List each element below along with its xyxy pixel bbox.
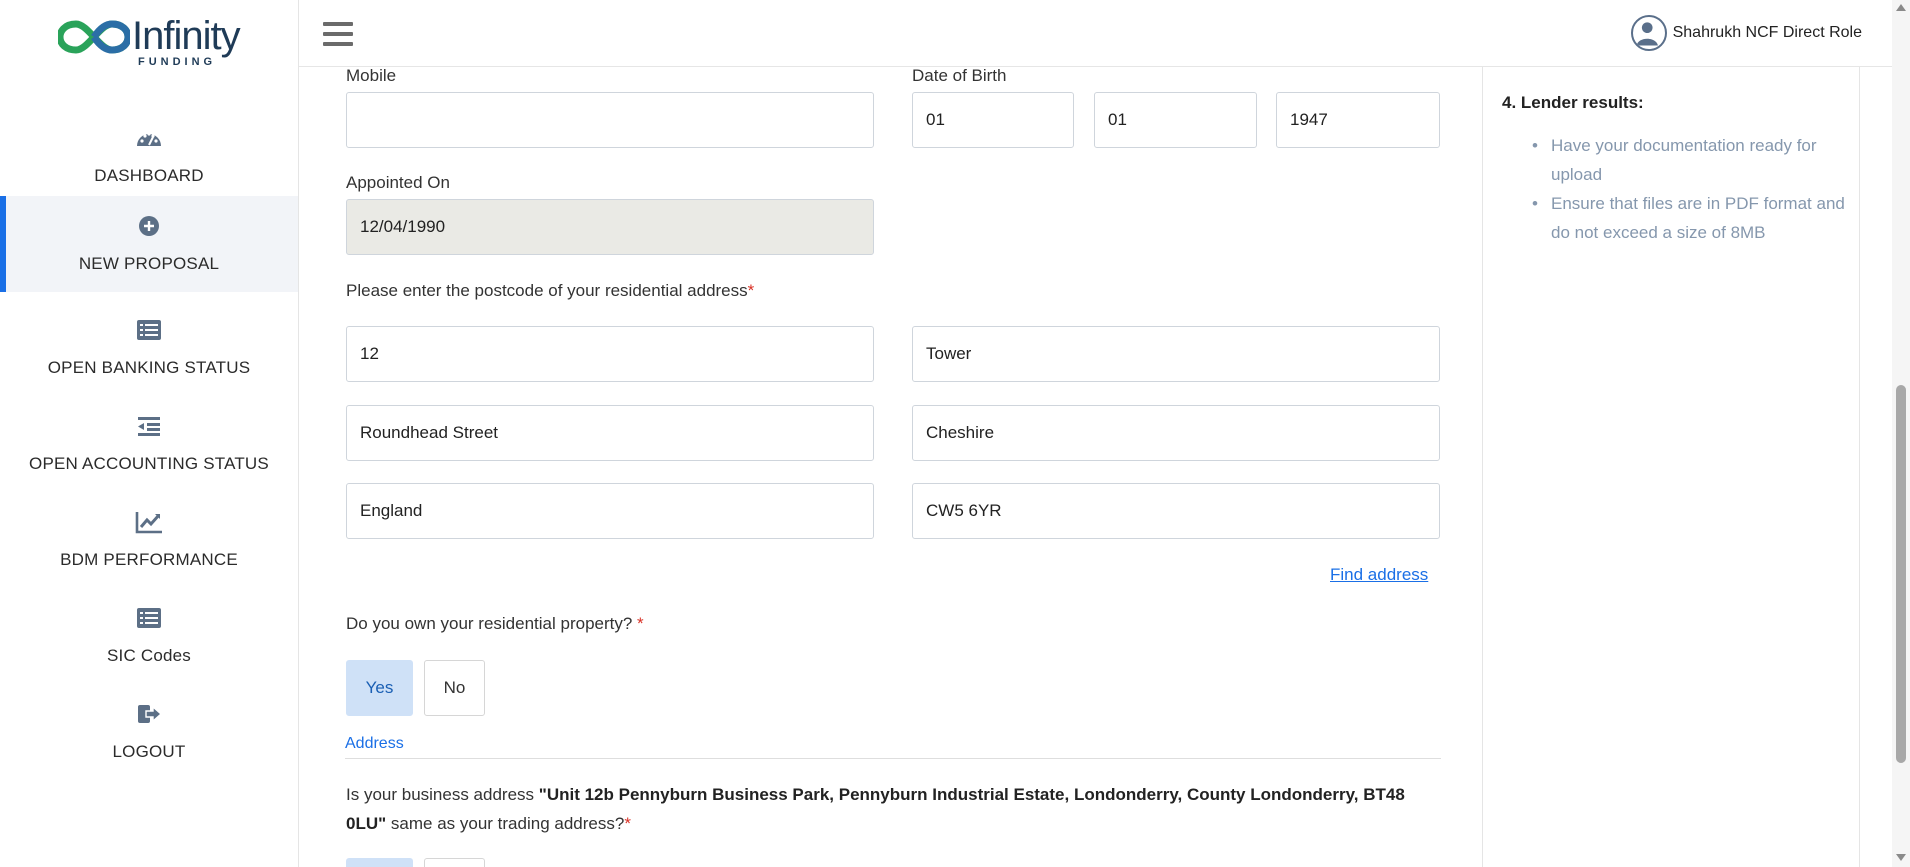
dob-month-field[interactable]: 01 (1094, 92, 1257, 148)
top-bar: Shahrukh NCF Direct Role (299, 0, 1892, 67)
help-panel: 4. Lender results: Have your documentati… (1482, 67, 1860, 867)
scroll-down-icon[interactable] (1896, 854, 1906, 861)
required-mark: * (747, 281, 755, 300)
required-mark: * (632, 614, 644, 633)
dob-year-field[interactable]: 1947 (1276, 92, 1440, 148)
section-divider (345, 758, 1441, 759)
brand-name: Infinity (132, 14, 241, 58)
address-line1-field[interactable]: 12 (346, 326, 874, 382)
menu-toggle-icon[interactable] (323, 22, 353, 46)
mobile-field[interactable] (346, 92, 874, 148)
sidebar-item-new-proposal[interactable]: NEW PROPOSAL (0, 196, 298, 292)
own-property-yes-button[interactable]: Yes (346, 660, 413, 716)
list-icon (137, 608, 161, 628)
sidebar-item-label: DASHBOARD (94, 166, 204, 185)
page-scrollbar[interactable] (1892, 0, 1910, 867)
infinity-logo-icon (58, 20, 130, 54)
business-address-question: Is your business address "Unit 12b Penny… (346, 780, 1436, 838)
help-list-item: Ensure that files are in PDF format and … (1532, 189, 1851, 247)
dob-day-field[interactable]: 01 (912, 92, 1074, 148)
business-question-suffix: same as your trading address? (386, 814, 625, 833)
sidebar-item-label: OPEN BANKING STATUS (47, 358, 251, 377)
business-address-yes-button[interactable] (346, 858, 413, 867)
sidebar-item-label: BDM PERFORMANCE (60, 550, 238, 569)
sidebar-item-label: SIC Codes (106, 646, 191, 665)
find-address-link[interactable]: Find address (1330, 565, 1428, 585)
sidebar-item-dashboard[interactable]: DASHBOARD (0, 108, 298, 204)
user-name: Shahrukh NCF Direct Role (1672, 24, 1862, 41)
postcode-label-text: Please enter the postcode of your reside… (346, 281, 748, 300)
business-question-prefix: Is your business address (346, 785, 539, 804)
sidebar-item-label: NEW PROPOSAL (78, 254, 220, 273)
user-menu[interactable]: Shahrukh NCF Direct Role (1630, 14, 1862, 52)
sidebar-item-label: OPEN ACCOUNTING STATUS (29, 454, 269, 473)
sidebar-item-label: LOGOUT (112, 742, 186, 761)
mobile-label: Mobile (346, 66, 397, 85)
address-line2-field[interactable]: Tower (912, 326, 1440, 382)
plus-circle-icon (139, 216, 159, 236)
own-property-label: Do you own your residential property? * (346, 614, 644, 634)
scroll-thumb[interactable] (1896, 385, 1906, 763)
sidebar-item-sic-codes[interactable]: SIC Codes (0, 588, 298, 684)
sidebar: Infinity FUNDING DASHBOARD NEW PROPOSAL … (0, 0, 299, 867)
postcode-label: Please enter the postcode of your reside… (346, 281, 754, 301)
sidebar-item-open-banking-status[interactable]: OPEN BANKING STATUS (0, 300, 298, 396)
logout-icon (138, 705, 163, 723)
address-section-title: Address (345, 735, 404, 752)
appointed-on-label: Appointed On (346, 173, 450, 192)
outdent-icon (138, 417, 160, 436)
address-street-field[interactable]: Roundhead Street (346, 405, 874, 461)
sidebar-item-open-accounting-status[interactable]: OPEN ACCOUNTING STATUS (0, 396, 298, 492)
dob-label: Date of Birth (912, 66, 1007, 85)
scroll-up-icon[interactable] (1896, 4, 1906, 11)
sidebar-item-bdm-performance[interactable]: BDM PERFORMANCE (0, 492, 298, 588)
dashboard-icon (137, 132, 161, 146)
required-mark: * (624, 814, 631, 833)
brand-subtitle: FUNDING (138, 56, 217, 68)
address-county-field[interactable]: Cheshire (912, 405, 1440, 461)
help-panel-title: 4. Lender results: (1502, 93, 1644, 112)
address-postcode-field[interactable]: CW5 6YR (912, 483, 1440, 539)
infinity-funding-logo[interactable]: Infinity FUNDING (58, 14, 241, 70)
avatar (1630, 15, 1667, 51)
user-icon (1636, 22, 1658, 46)
help-list: Have your documentation ready for upload… (1532, 131, 1851, 247)
help-list-item: Have your documentation ready for upload (1532, 131, 1851, 189)
appointed-on-field: 12/04/1990 (346, 199, 874, 255)
list-icon (137, 320, 161, 340)
own-property-label-text: Do you own your residential property? (346, 614, 633, 633)
own-property-no-button[interactable]: No (424, 660, 485, 716)
sidebar-item-logout[interactable]: LOGOUT (0, 684, 298, 780)
address-country-field[interactable]: England (346, 483, 874, 539)
chart-line-icon (135, 512, 162, 534)
business-address-no-button[interactable] (424, 858, 485, 867)
